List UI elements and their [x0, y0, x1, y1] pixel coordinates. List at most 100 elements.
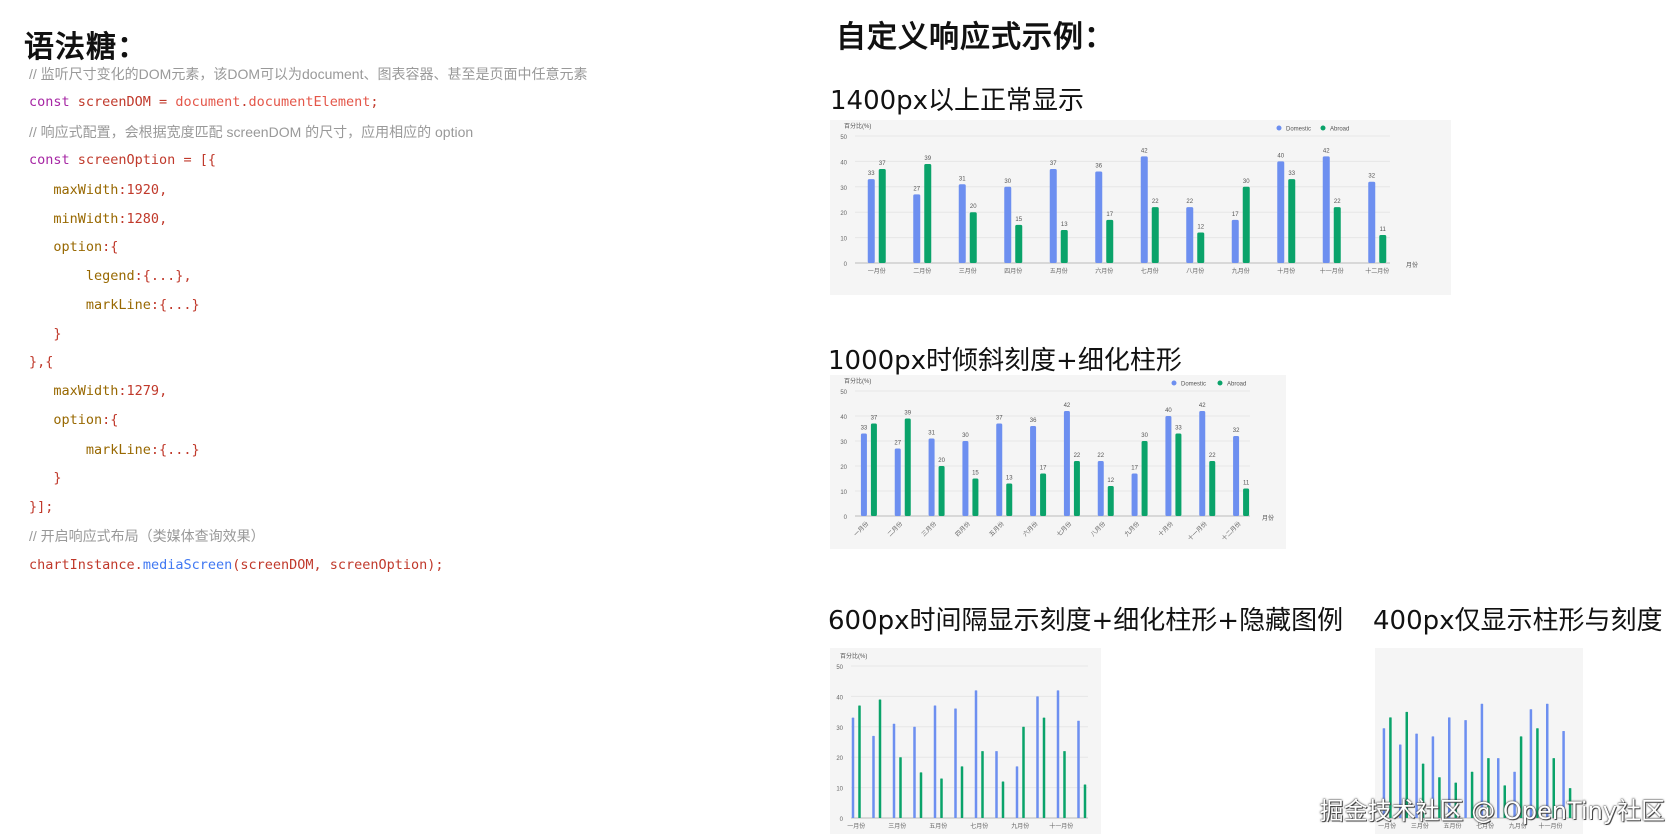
- bar-abroad: [1107, 486, 1114, 516]
- data-label-abroad: 33: [1288, 171, 1295, 177]
- x-tick-label: 二月份: [886, 520, 904, 538]
- code-token: .: [134, 557, 143, 573]
- data-label-domestic: 31: [959, 176, 966, 182]
- y-axis-name: 百分比(%): [844, 377, 871, 385]
- code-token: maxWidth: [29, 182, 119, 198]
- bar-abroad: [1242, 186, 1250, 263]
- code-token: :{...}: [150, 297, 200, 313]
- bar-domestic: [933, 705, 937, 818]
- section-title-1400: 1400px以上正常显示: [830, 86, 1085, 116]
- data-label-abroad: 11: [1380, 227, 1387, 233]
- code-token: :: [118, 182, 127, 198]
- y-tick-label: 0: [844, 515, 848, 521]
- bar-domestic: [1097, 461, 1104, 516]
- code-token: screenDOM =: [77, 94, 176, 110]
- code-line: legend:{...},: [29, 266, 192, 286]
- y-tick-label: 0: [840, 817, 844, 823]
- code-token: ;: [370, 94, 379, 110]
- bar-abroad: [972, 478, 979, 516]
- bar-domestic: [954, 708, 957, 818]
- bar-domestic: [1231, 219, 1239, 263]
- bar-abroad: [969, 212, 977, 263]
- x-tick-label: 九月份: [1011, 822, 1029, 830]
- bar-abroad: [1243, 488, 1250, 516]
- x-tick-label: 一月份: [852, 520, 870, 538]
- bar-abroad: [981, 751, 984, 818]
- bar-domestic: [958, 184, 966, 263]
- code-token: 1920: [126, 182, 160, 198]
- bar-abroad: [904, 418, 911, 516]
- legend-label-abroad: Abroad: [1330, 127, 1349, 133]
- bar-abroad: [919, 772, 923, 818]
- code-token: (screenDOM, screenOption);: [232, 557, 444, 573]
- y-tick-label: 20: [840, 465, 847, 471]
- code-line: const screenOption = [{: [29, 150, 216, 170]
- bar-domestic: [1095, 171, 1103, 263]
- watermark: 掘金技术社区 @ OpenTiny社区: [1319, 797, 1665, 825]
- y-tick-label: 30: [836, 726, 843, 732]
- bar-domestic: [894, 448, 901, 516]
- syntax-sugar-title: 语法糖：: [24, 30, 148, 65]
- data-label-abroad: 15: [972, 471, 979, 477]
- data-label-abroad: 30: [1243, 179, 1250, 185]
- data-label-abroad: 37: [871, 416, 878, 422]
- y-tick-label: 30: [840, 186, 847, 192]
- code-token: 1279: [126, 383, 160, 399]
- code-token: },{: [29, 354, 54, 370]
- bar-abroad: [878, 169, 886, 263]
- y-axis-name: 百分比(%): [840, 652, 867, 660]
- bar-abroad: [1001, 781, 1005, 818]
- x-tick-label: 六月份: [1021, 520, 1039, 538]
- data-label-abroad: 22: [1209, 453, 1216, 459]
- bar-domestic: [1322, 156, 1330, 263]
- x-tick-label: 九月份: [1123, 520, 1141, 538]
- bar-abroad: [899, 757, 902, 818]
- code-token: :: [118, 383, 127, 399]
- y-tick-label: 40: [836, 695, 843, 701]
- x-tick-label: 五月份: [929, 822, 947, 830]
- bar-domestic: [962, 441, 969, 516]
- code-token: }: [29, 326, 62, 342]
- code-token: screenOption = [{: [77, 152, 216, 168]
- x-tick-label: 二月份: [913, 267, 931, 275]
- bar-abroad: [938, 466, 945, 516]
- y-axis-name: 百分比(%): [844, 122, 871, 130]
- data-label-domestic: 33: [868, 171, 875, 177]
- y-tick-label: 40: [840, 160, 847, 166]
- bar-domestic: [1004, 186, 1012, 263]
- data-label-abroad: 11: [1243, 481, 1250, 487]
- bar-abroad: [1022, 726, 1025, 818]
- x-tick-label: 三月份: [888, 822, 906, 830]
- section-title-1000: 1000px时倾斜刻度+细化柱形: [828, 346, 1182, 376]
- bar-abroad: [1288, 179, 1296, 263]
- x-tick-label: 三月份: [959, 267, 977, 275]
- code-line: }: [29, 324, 62, 344]
- code-token: markLine: [29, 442, 151, 458]
- bar-abroad: [940, 778, 943, 818]
- x-tick-label: 五月份: [987, 520, 1005, 538]
- x-tick-label: 九月份: [1232, 267, 1250, 275]
- bar-domestic: [1056, 690, 1060, 818]
- legend-label-abroad: Abroad: [1227, 382, 1246, 388]
- code-token: markLine: [29, 297, 151, 313]
- bar-domestic: [996, 423, 1003, 516]
- bar-domestic: [1036, 696, 1039, 818]
- bar-domestic: [1131, 473, 1138, 516]
- bar-abroad: [1379, 235, 1387, 263]
- legend-label-domestic: Domestic: [1181, 382, 1206, 388]
- bar-abroad: [1015, 224, 1023, 263]
- code-token: const: [29, 152, 78, 168]
- bar-domestic: [1063, 411, 1070, 516]
- data-label-domestic: 37: [1050, 161, 1057, 167]
- bar-abroad: [1175, 433, 1182, 516]
- bar-abroad: [1141, 441, 1148, 516]
- y-tick-label: 20: [836, 756, 843, 762]
- code-line: markLine:{...}: [29, 295, 200, 315]
- x-tick-label: 八月份: [1089, 520, 1107, 538]
- legend-marker-abroad: [1320, 125, 1326, 131]
- y-tick-label: 40: [840, 415, 847, 421]
- bar-abroad: [1006, 483, 1013, 516]
- data-label-abroad: 13: [1061, 222, 1068, 228]
- bar-domestic: [1015, 766, 1019, 818]
- data-label-domestic: 22: [1186, 199, 1193, 205]
